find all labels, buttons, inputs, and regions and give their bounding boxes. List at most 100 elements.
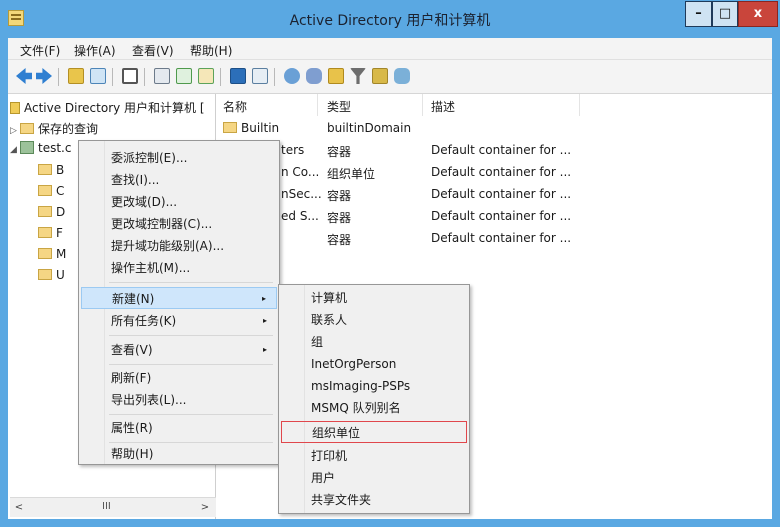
filter-icon[interactable] — [350, 68, 366, 84]
export-list-icon[interactable] — [198, 68, 214, 84]
column-divider[interactable] — [422, 94, 423, 116]
tree-item-child[interactable]: M — [38, 247, 66, 261]
new-msmq-queue-alias[interactable]: MSMQ 队列别名 — [281, 397, 467, 419]
tree-item-domain[interactable]: ◢ test.c — [10, 141, 71, 155]
folder-icon — [38, 227, 52, 238]
new-printer[interactable]: 打印机 — [281, 445, 467, 467]
scroll-grip[interactable]: III — [102, 501, 111, 512]
console-icon[interactable] — [252, 68, 268, 84]
column-divider[interactable] — [579, 94, 580, 116]
new-contact[interactable]: 联系人 — [281, 309, 467, 331]
delegate-icon[interactable] — [394, 68, 410, 84]
toolbar-separator — [274, 68, 275, 86]
list-item-type: 容器 — [327, 211, 352, 225]
menu-separator — [109, 414, 273, 415]
scroll-left-icon[interactable]: < — [12, 501, 26, 515]
tree-item-child[interactable]: F — [38, 226, 63, 240]
menu-action[interactable]: 操作(A) — [74, 42, 116, 59]
up-folder-icon[interactable] — [68, 68, 84, 84]
tree-root-item[interactable]: Active Directory 用户和计算机 [ — [10, 99, 220, 116]
submenu-arrow-icon: ▸ — [262, 316, 267, 325]
menu-file[interactable]: 文件(F) — [20, 42, 60, 59]
menu-item-change-domain[interactable]: 更改域(D)... — [81, 191, 277, 213]
back-icon[interactable] — [16, 68, 32, 84]
menu-item-all-tasks[interactable]: 所有任务(K) ▸ — [81, 310, 277, 332]
new-computer[interactable]: 计算机 — [281, 287, 467, 309]
group-icon[interactable] — [306, 68, 322, 84]
menu-item-raise-domain-level[interactable]: 提升域功能级别(A)... — [81, 235, 277, 257]
close-button[interactable]: x — [738, 1, 778, 27]
context-menu: 委派控制(E)... 查找(I)... 更改域(D)... 更改域控制器(C).… — [78, 140, 280, 465]
new-group[interactable]: 组 — [281, 331, 467, 353]
folder-icon — [20, 123, 34, 134]
menu-view[interactable]: 查看(V) — [132, 42, 174, 59]
menu-item-refresh[interactable]: 刷新(F) — [81, 367, 277, 389]
list-item-name[interactable]: ed S... — [281, 209, 319, 223]
list-item-description: Default container for ... — [431, 165, 572, 179]
list-item-description: Default container for ... — [431, 143, 572, 157]
menu-item-operations-masters[interactable]: 操作主机(M)... — [81, 257, 277, 279]
tree-item-saved-queries[interactable]: ▷ 保存的查询 — [10, 120, 98, 137]
list-item-type: 组织单位 — [327, 167, 376, 181]
list-item-name[interactable]: ters — [281, 143, 304, 157]
find-icon[interactable] — [372, 68, 388, 84]
tree-item-child[interactable]: C — [38, 184, 64, 198]
new-shared-folder[interactable]: 共享文件夹 — [281, 489, 467, 511]
column-header-name[interactable]: 名称 — [223, 98, 247, 115]
domain-icon — [20, 141, 34, 154]
user-icon[interactable] — [284, 68, 300, 84]
menu-separator — [109, 282, 273, 283]
folder-icon — [38, 248, 52, 259]
column-header-description[interactable]: 描述 — [431, 98, 455, 115]
new-msimaging-psps[interactable]: msImaging-PSPs — [281, 375, 467, 397]
list-item-type: 容器 — [327, 189, 352, 203]
toolbar-separator — [220, 68, 221, 86]
app-window: Active Directory 用户和计算机 – □ x 文件(F) 操作(A… — [0, 0, 780, 527]
expand-arrow-icon[interactable]: ▷ — [10, 126, 20, 136]
list-item-description: Default container for ... — [431, 209, 572, 223]
refresh-icon[interactable] — [176, 68, 192, 84]
ou-icon[interactable] — [328, 68, 344, 84]
menu-bar: 文件(F) 操作(A) 查看(V) 帮助(H) — [8, 38, 772, 60]
tree-item-child[interactable]: B — [38, 163, 64, 177]
tree-item-child[interactable]: D — [38, 205, 65, 219]
folder-icon — [38, 185, 52, 196]
menu-item-export-list[interactable]: 导出列表(L)... — [81, 389, 277, 411]
submenu-arrow-icon: ▸ — [261, 294, 266, 303]
collapse-arrow-icon[interactable]: ◢ — [10, 145, 20, 155]
menu-item-properties[interactable]: 属性(R) — [81, 417, 277, 439]
copy-icon[interactable] — [154, 68, 170, 84]
window-title: Active Directory 用户和计算机 — [289, 13, 491, 29]
toolbar-separator — [58, 68, 59, 86]
maximize-button[interactable]: □ — [712, 1, 738, 27]
minimize-button[interactable]: – — [685, 1, 712, 27]
column-divider[interactable] — [317, 94, 318, 116]
menu-item-help[interactable]: 帮助(H) — [81, 443, 277, 465]
new-inetorgperson[interactable]: InetOrgPerson — [281, 353, 467, 375]
list-item-description: Default container for ... — [431, 187, 572, 201]
scroll-right-icon[interactable]: > — [198, 501, 212, 515]
horizontal-scrollbar[interactable]: < III > — [10, 497, 216, 517]
list-item-name[interactable]: Builtin — [223, 121, 279, 135]
menu-item-view[interactable]: 查看(V) ▸ — [81, 339, 277, 361]
tree-item-child[interactable]: U — [38, 268, 65, 282]
menu-help[interactable]: 帮助(H) — [190, 42, 232, 59]
toolbar — [8, 60, 772, 94]
list-item-name[interactable]: nSec... — [281, 187, 322, 201]
menu-item-delegate-control[interactable]: 委派控制(E)... — [81, 147, 277, 169]
toolbar-separator — [144, 68, 145, 86]
menu-item-change-dc[interactable]: 更改域控制器(C)... — [81, 213, 277, 235]
help-icon[interactable] — [230, 68, 246, 84]
show-hide-tree-icon[interactable] — [90, 68, 106, 84]
properties-icon[interactable] — [122, 68, 138, 84]
new-submenu: 计算机 联系人 组 InetOrgPerson msImaging-PSPs M… — [278, 284, 470, 514]
menu-item-find[interactable]: 查找(I)... — [81, 169, 277, 191]
forward-icon[interactable] — [36, 68, 52, 84]
new-user[interactable]: 用户 — [281, 467, 467, 489]
column-header-type[interactable]: 类型 — [327, 98, 351, 115]
toolbar-separator — [112, 68, 113, 86]
new-organizational-unit[interactable]: 组织单位 — [281, 421, 467, 443]
menu-item-new[interactable]: 新建(N) ▸ — [81, 287, 277, 309]
list-item-name[interactable]: n Co... — [281, 165, 319, 179]
list-item-type: 容器 — [327, 145, 352, 159]
